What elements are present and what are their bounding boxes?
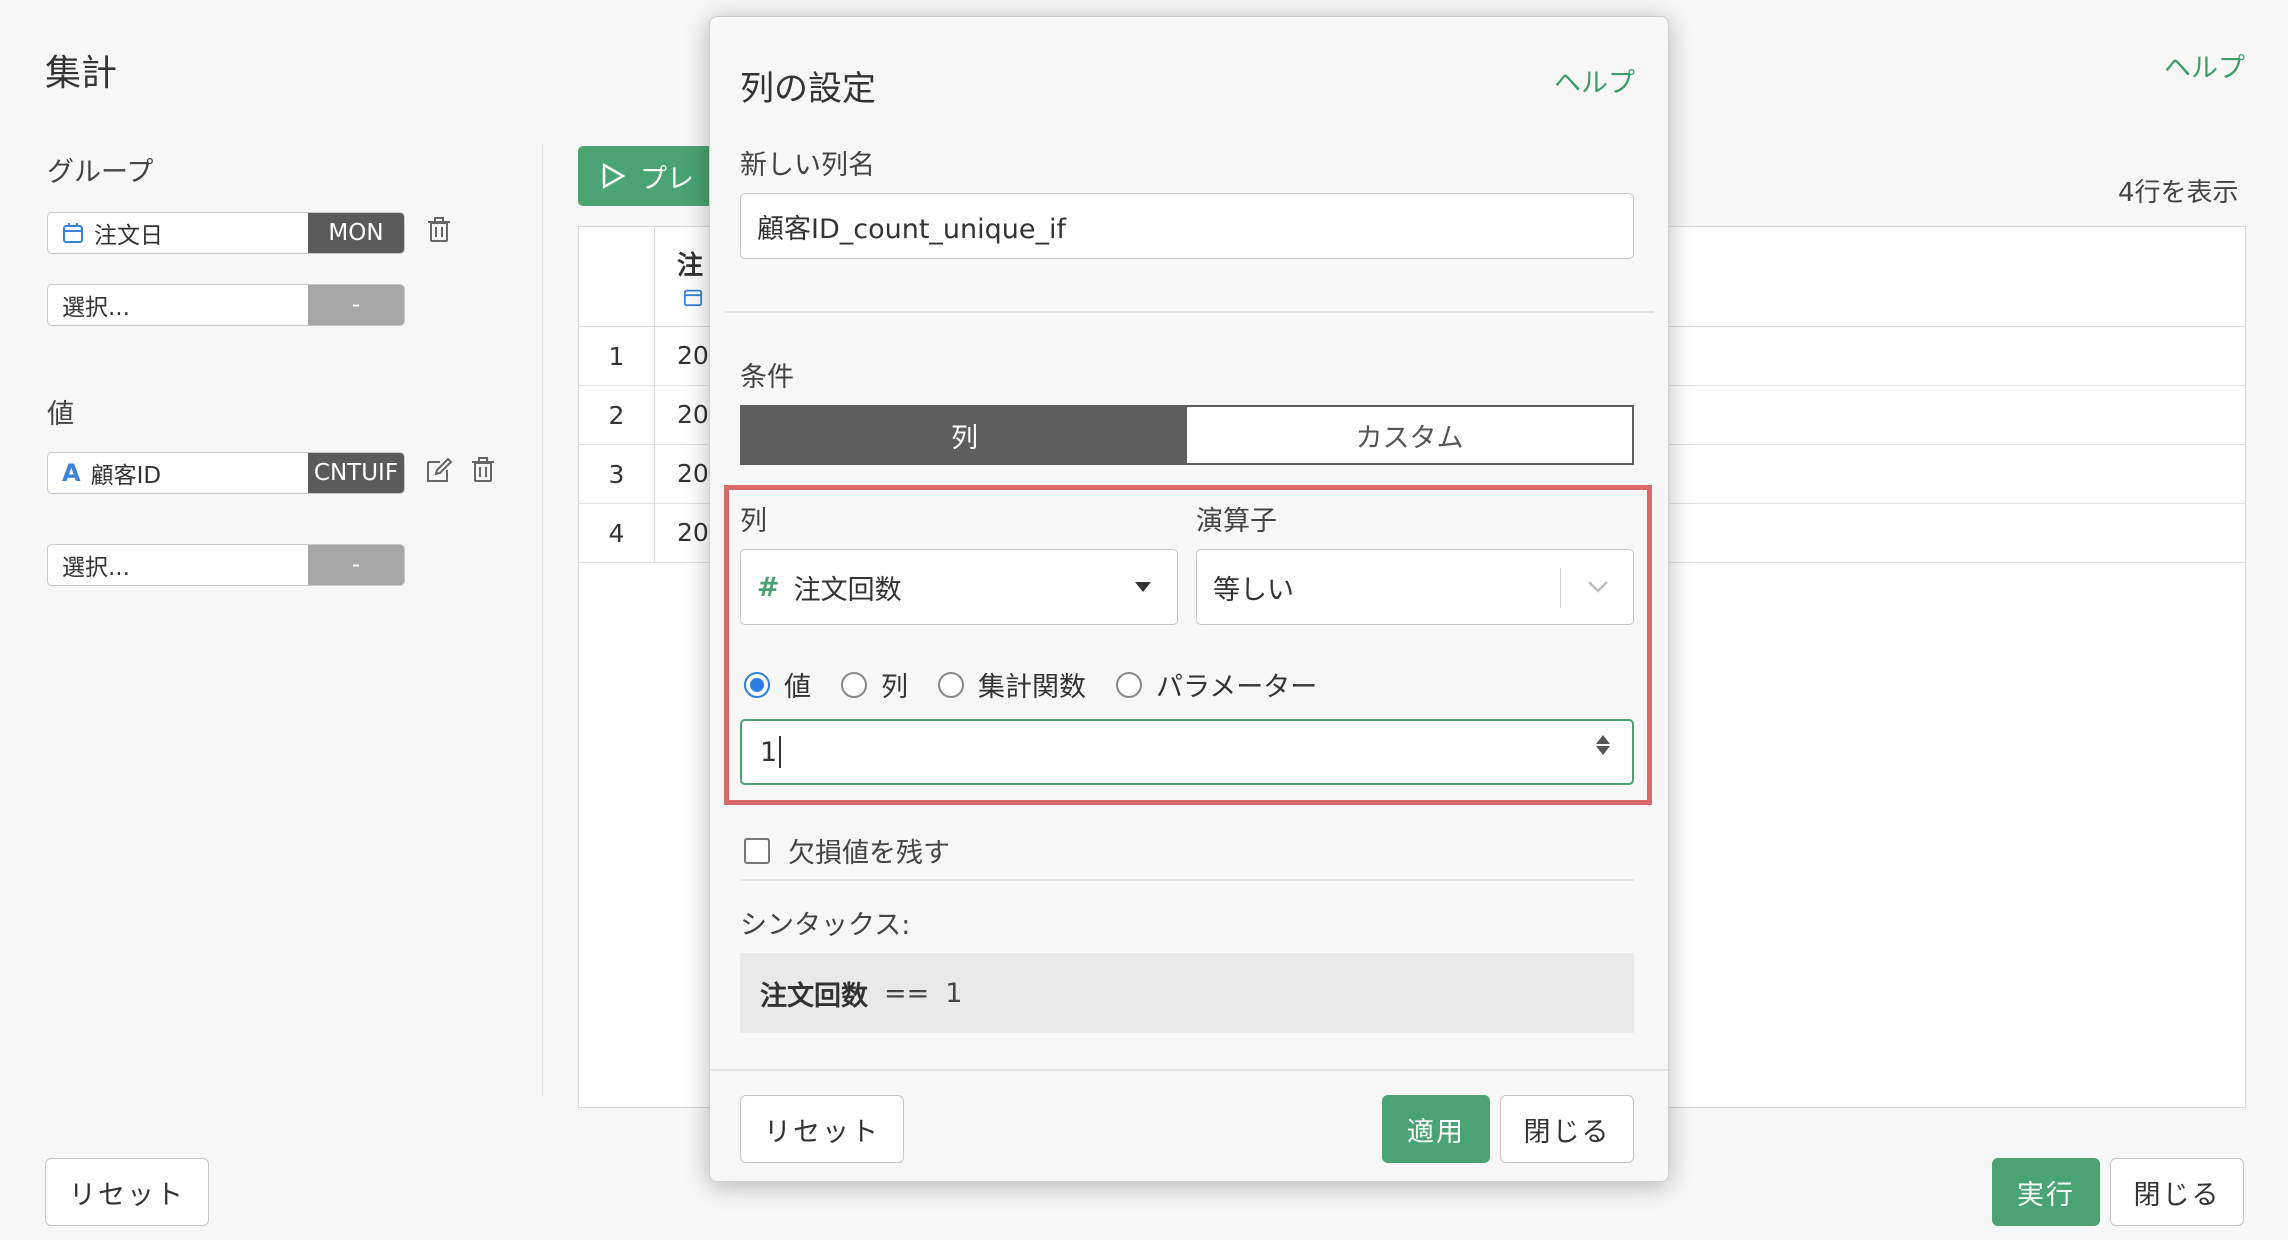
keep-na-checkbox-row[interactable]: 欠損値を残す <box>744 831 950 870</box>
help-link[interactable]: ヘルプ <box>2164 46 2245 85</box>
trash-icon[interactable] <box>470 456 496 490</box>
tab-column[interactable]: 列 <box>742 407 1187 463</box>
radio-column[interactable]: 列 <box>841 665 908 704</box>
radio-value[interactable]: 値 <box>744 665 811 704</box>
number-type-icon: # <box>757 571 780 603</box>
row-index: 1 <box>579 327 655 386</box>
value-function-tag[interactable]: CNTUIF <box>308 453 404 493</box>
preview-button-label: プレ <box>640 163 694 195</box>
group-field-pill[interactable]: 注文日 MON <box>47 212 405 254</box>
new-column-name-input[interactable] <box>740 193 1634 259</box>
close-button[interactable]: 閉じる <box>2110 1158 2244 1226</box>
radio-parameter[interactable]: パラメーター <box>1116 665 1317 704</box>
column-settings-modal: 列の設定 ヘルプ 新しい列名 条件 列 カスタム 列 演算子 # 注文回数 等し… <box>709 16 1669 1182</box>
divider <box>724 311 1654 313</box>
value-number-text: 1 <box>760 736 778 768</box>
row-value: 20 <box>677 341 709 370</box>
row-value: 20 <box>677 518 709 547</box>
value-select[interactable]: 選択... - <box>47 544 405 586</box>
divider <box>710 1069 1668 1071</box>
syntax-value: 1 <box>945 977 963 1009</box>
column-select[interactable]: # 注文回数 <box>740 549 1178 625</box>
value-type-radio-group: 値 列 集計関数 パラメーター <box>744 665 1347 704</box>
new-column-name-label: 新しい列名 <box>740 150 875 181</box>
group-select-tag: - <box>308 285 404 325</box>
syntax-column: 注文回数 <box>760 980 868 1012</box>
group-function-tag[interactable]: MON <box>308 213 404 253</box>
table-header-cell[interactable]: 注 <box>677 245 703 282</box>
preview-button[interactable]: プレ <box>578 146 728 206</box>
group-field-name: 注文日 <box>94 223 163 249</box>
condition-mode-toggle: 列 カスタム <box>740 405 1634 465</box>
calendar-icon <box>683 289 703 307</box>
group-section-label: グループ <box>47 157 154 188</box>
row-index: 4 <box>579 504 655 563</box>
caret-down-icon <box>1135 582 1151 592</box>
page-title: 集計 <box>45 53 118 94</box>
modal-reset-button[interactable]: リセット <box>740 1095 904 1163</box>
value-field-name: 顧客ID <box>90 463 162 489</box>
syntax-operator: == <box>884 977 930 1009</box>
spinner-up-icon[interactable] <box>1596 735 1610 744</box>
condition-label: 条件 <box>740 362 794 393</box>
sidebar-divider <box>542 144 543 1096</box>
column-select-value: 注文回数 <box>793 574 902 606</box>
group-select-placeholder: 選択... <box>48 285 308 325</box>
text-type-icon: A <box>62 459 81 487</box>
run-button[interactable]: 実行 <box>1992 1158 2100 1226</box>
syntax-preview: 注文回数 == 1 <box>740 953 1634 1033</box>
keep-na-checkbox[interactable] <box>744 837 770 864</box>
modal-help-link[interactable]: ヘルプ <box>1554 61 1635 100</box>
radio-aggregate-function[interactable]: 集計関数 <box>938 665 1086 704</box>
row-value: 20 <box>677 400 709 429</box>
divider <box>740 879 1634 881</box>
play-icon <box>602 162 626 190</box>
column-label: 列 <box>740 506 767 537</box>
row-count-label: 4行を表示 <box>2118 178 2239 208</box>
modal-close-button[interactable]: 閉じる <box>1500 1095 1634 1163</box>
group-select[interactable]: 選択... - <box>47 284 405 326</box>
calendar-icon <box>63 223 83 243</box>
value-number-input[interactable]: 1 <box>740 719 1634 785</box>
tab-custom[interactable]: カスタム <box>1187 407 1632 463</box>
row-index: 3 <box>579 445 655 504</box>
operator-select[interactable]: 等しい <box>1196 549 1634 625</box>
spinner-down-icon[interactable] <box>1596 746 1610 755</box>
operator-label: 演算子 <box>1196 506 1277 537</box>
reset-button[interactable]: リセット <box>45 1158 209 1226</box>
row-index: 2 <box>579 386 655 445</box>
apply-button[interactable]: 適用 <box>1382 1095 1490 1163</box>
edit-icon[interactable] <box>424 456 454 490</box>
value-select-placeholder: 選択... <box>48 545 308 585</box>
syntax-label: シンタックス: <box>740 910 911 941</box>
number-spinner[interactable] <box>1596 735 1610 755</box>
row-value: 20 <box>677 459 709 488</box>
value-select-tag: - <box>308 545 404 585</box>
value-section-label: 値 <box>47 399 74 430</box>
keep-na-label: 欠損値を残す <box>788 838 950 869</box>
modal-title: 列の設定 <box>740 69 876 109</box>
trash-icon[interactable] <box>426 216 452 250</box>
operator-select-value: 等しい <box>1213 574 1294 606</box>
chevron-down-icon <box>1588 581 1608 593</box>
value-field-pill[interactable]: A 顧客ID CNTUIF <box>47 452 405 494</box>
